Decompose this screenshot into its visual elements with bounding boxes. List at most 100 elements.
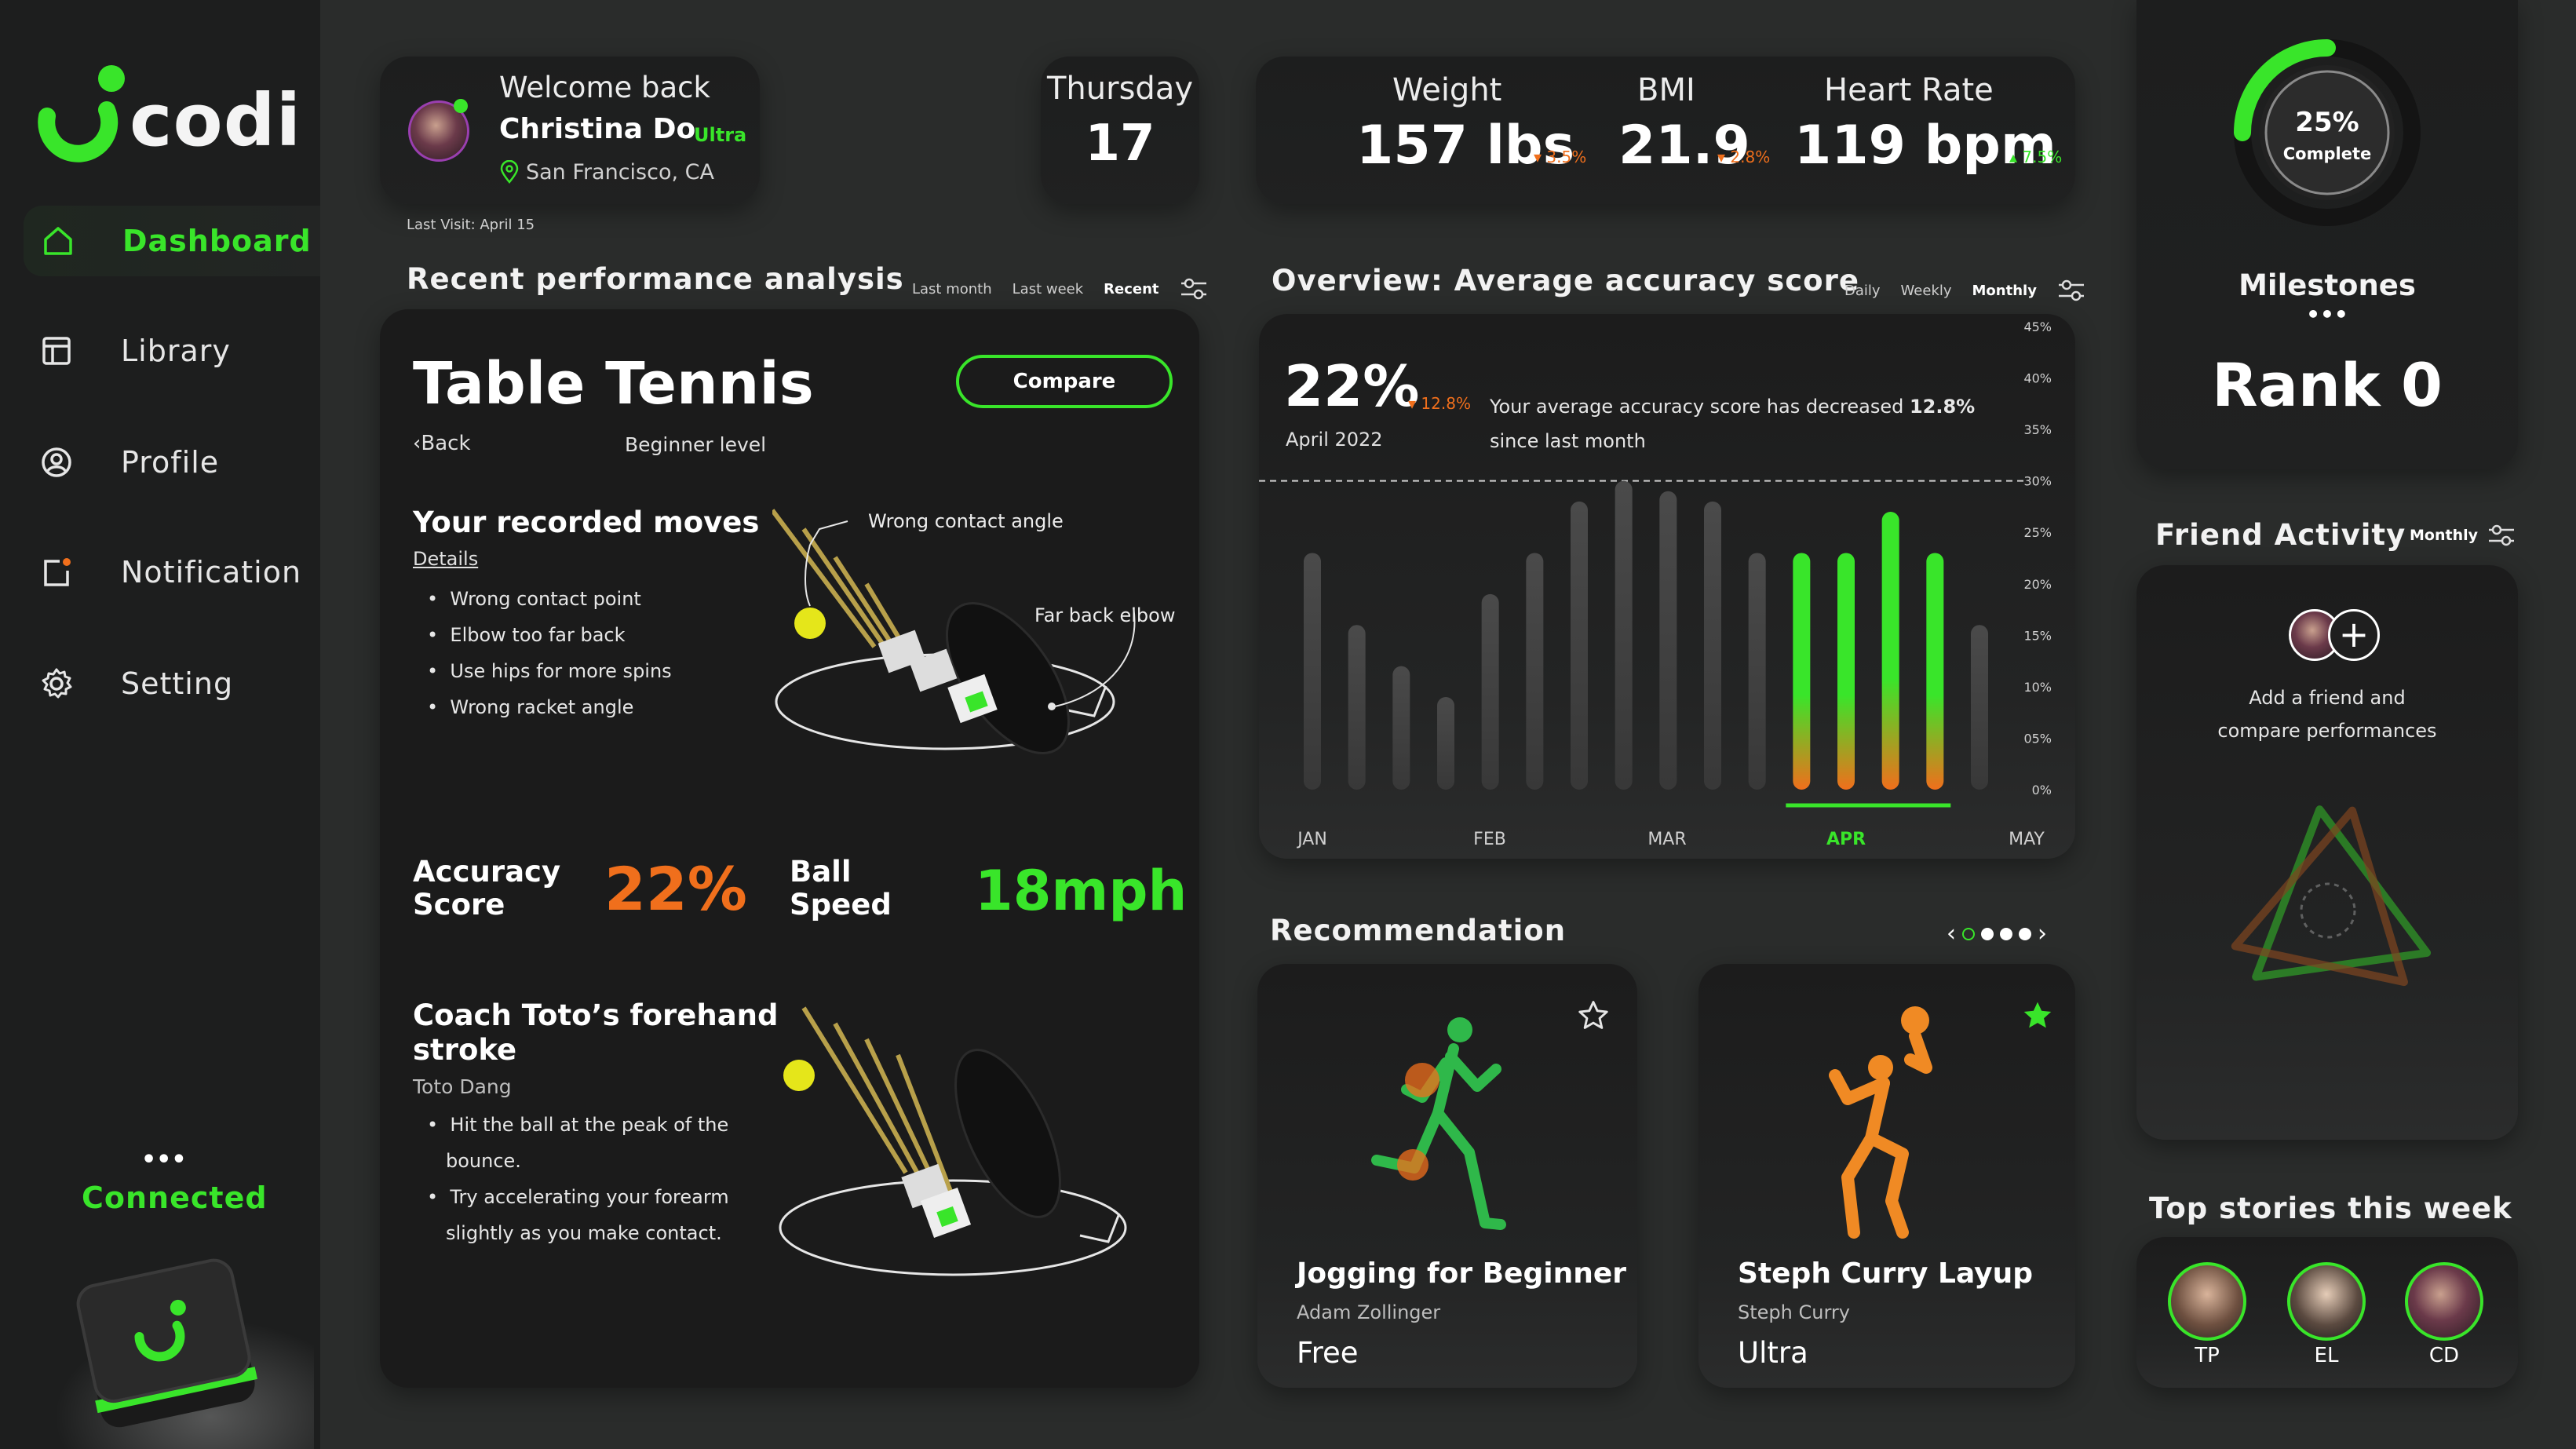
list-item: • Wrong racket angle bbox=[427, 696, 634, 718]
chart-bar[interactable] bbox=[1392, 666, 1410, 790]
carousel-controls: ‹ › bbox=[1947, 920, 2047, 947]
friend-filter-label: Monthly bbox=[2410, 527, 2478, 544]
y-tick-label: 0% bbox=[2032, 783, 2052, 797]
star-outline-icon[interactable] bbox=[1576, 998, 1611, 1033]
chart-bar[interactable] bbox=[1481, 593, 1499, 790]
compare-button[interactable]: Compare bbox=[956, 355, 1173, 408]
tab-last-week[interactable]: Last week bbox=[1013, 281, 1084, 297]
chart-bar[interactable] bbox=[1704, 501, 1721, 790]
y-tick-label: 25% bbox=[2023, 525, 2052, 540]
status-dots: ••• bbox=[141, 1146, 187, 1173]
sidebar-item-setting[interactable]: Setting bbox=[39, 648, 233, 719]
chart-bar[interactable] bbox=[1837, 553, 1855, 790]
sidebar-item-label: Dashboard bbox=[122, 224, 312, 258]
sidebar-item-profile[interactable]: Profile bbox=[39, 427, 219, 498]
bmi-label: BMI bbox=[1637, 72, 1695, 108]
tab-daily[interactable]: Daily bbox=[1844, 283, 1881, 299]
coach-stroke-illustration bbox=[779, 1006, 1127, 1276]
back-link[interactable]: ‹Back bbox=[413, 432, 471, 455]
brand-name: codi bbox=[130, 78, 302, 162]
recommendation-author: Steph Curry bbox=[1738, 1301, 1850, 1323]
list-item: • Wrong contact point bbox=[427, 588, 641, 610]
rank-value: Rank 0 bbox=[2212, 350, 2443, 420]
filter-icon bbox=[2489, 524, 2514, 546]
filter-icon[interactable] bbox=[1180, 276, 1208, 301]
tab-weekly[interactable]: Weekly bbox=[1901, 283, 1952, 299]
story-avatar[interactable]: CD bbox=[2405, 1262, 2483, 1367]
friend-activity-title: Friend Activity bbox=[2155, 518, 2406, 552]
chart-bar[interactable] bbox=[1881, 512, 1899, 790]
chart-bar[interactable] bbox=[1793, 553, 1811, 790]
bmi-change: ▾ 2.8% bbox=[1717, 148, 1771, 166]
sidebar-item-notification[interactable]: Notification bbox=[39, 537, 301, 608]
x-tick-label: APR bbox=[1826, 830, 1866, 849]
chart-bar[interactable] bbox=[1571, 501, 1588, 790]
online-indicator bbox=[454, 99, 468, 113]
chart-bar[interactable] bbox=[1971, 625, 1988, 790]
star-filled-icon[interactable] bbox=[2020, 998, 2055, 1033]
chart-bar[interactable] bbox=[1348, 625, 1366, 790]
sidebar-item-dashboard[interactable]: Dashboard bbox=[24, 206, 320, 276]
sidebar-item-library[interactable]: Library bbox=[39, 316, 231, 386]
friend-activity-filter[interactable]: Monthly bbox=[2410, 523, 2516, 548]
chart-bar[interactable] bbox=[1748, 553, 1766, 790]
date-day: Thursday bbox=[1047, 71, 1193, 107]
tab-recent[interactable]: Recent bbox=[1104, 281, 1158, 297]
basketball-player-figure bbox=[1829, 1006, 1932, 1239]
milestones-dots[interactable]: ••• bbox=[2136, 301, 2518, 327]
carousel-dot[interactable] bbox=[2000, 927, 2012, 940]
chevron-right-icon[interactable]: › bbox=[2038, 920, 2047, 947]
list-item: • Elbow too far back bbox=[427, 624, 626, 646]
chart-bar[interactable] bbox=[1926, 553, 1944, 790]
accuracy-bar-chart: 45% 40% 35% 30% 25% 20% 15% 10% 05% 0% JAN FEB MAR AP… bbox=[1259, 319, 2052, 849]
y-tick-label: 40% bbox=[2023, 371, 2052, 386]
heart-rate-label: Heart Rate bbox=[1824, 72, 1994, 108]
sidebar-item-label: Notification bbox=[121, 555, 302, 589]
accuracy-chart-card: 22% ▾ 12.8% April 2022 Your average accu… bbox=[1259, 314, 2075, 859]
recommendation-card[interactable]: Jogging for Beginner Adam Zollinger Free bbox=[1257, 964, 1637, 1388]
recommendation-title-text: Steph Curry Layup bbox=[1738, 1257, 2034, 1290]
recommendation-card[interactable]: Steph Curry Layup Steph Curry Ultra bbox=[1698, 964, 2075, 1388]
recommendation-price: Free bbox=[1297, 1336, 1359, 1370]
ball-speed-value: 18mph bbox=[975, 859, 1188, 923]
add-friend-text: Add a friend and compare performances bbox=[2217, 687, 2437, 742]
carousel-dot[interactable] bbox=[2019, 927, 2031, 940]
chart-bar[interactable] bbox=[1304, 553, 1321, 790]
filter-icon[interactable] bbox=[2057, 278, 2085, 303]
chevron-left-icon[interactable]: ‹ bbox=[1947, 920, 1956, 947]
coach-title: Coach Toto’s forehand stroke bbox=[413, 998, 779, 1067]
performance-card: Table Tennis Compare ‹Back Beginner leve… bbox=[380, 309, 1199, 1388]
progress-label: Complete bbox=[2282, 144, 2372, 163]
add-friend-icon[interactable]: + bbox=[2328, 609, 2380, 661]
recommendation-title: Recommendation bbox=[1270, 914, 1567, 947]
chart-bar[interactable] bbox=[1615, 480, 1633, 790]
milestones-card: 25% Complete Milestones ••• Rank 0 bbox=[2136, 0, 2518, 469]
tab-monthly[interactable]: Monthly bbox=[1972, 283, 2037, 299]
x-tick-label: MAR bbox=[1647, 830, 1686, 849]
chart-bar[interactable] bbox=[1526, 553, 1544, 790]
recommendation-title-text: Jogging for Beginner bbox=[1297, 1257, 1627, 1290]
top-stories-card: TP EL CD bbox=[2136, 1237, 2518, 1388]
weight-change: ▾ 3.5% bbox=[1534, 148, 1587, 166]
x-tick-label: JAN bbox=[1296, 830, 1327, 849]
chart-bar[interactable] bbox=[1437, 697, 1454, 790]
location-pin-icon bbox=[500, 160, 519, 184]
welcome-card: Welcome back Christina Do Ultra San Fran… bbox=[380, 57, 760, 204]
carousel-dot[interactable] bbox=[1981, 927, 1994, 940]
details-link[interactable]: Details bbox=[413, 548, 478, 570]
story-avatar[interactable]: TP bbox=[2168, 1262, 2246, 1367]
y-tick-label: 30% bbox=[2023, 474, 2052, 489]
ball-speed-label: Ball Speed bbox=[790, 855, 892, 922]
callout-far-back-elbow: Far back elbow bbox=[1034, 604, 1176, 626]
sidebar: codi Dashboard Library Profile Notificat… bbox=[0, 0, 320, 1449]
avatar bbox=[2287, 1262, 2366, 1341]
chart-bar[interactable] bbox=[1659, 491, 1677, 790]
heart-rate-change: ▴ 7.5% bbox=[2009, 148, 2063, 166]
bmi-value: 21.9 bbox=[1618, 115, 1750, 177]
tab-last-month[interactable]: Last month bbox=[912, 281, 992, 297]
story-avatar[interactable]: EL bbox=[2287, 1262, 2366, 1367]
profile-icon bbox=[42, 447, 71, 477]
coach-name: Toto Dang bbox=[413, 1075, 512, 1098]
y-tick-label: 35% bbox=[2023, 422, 2052, 437]
carousel-dot[interactable] bbox=[1962, 927, 1975, 940]
